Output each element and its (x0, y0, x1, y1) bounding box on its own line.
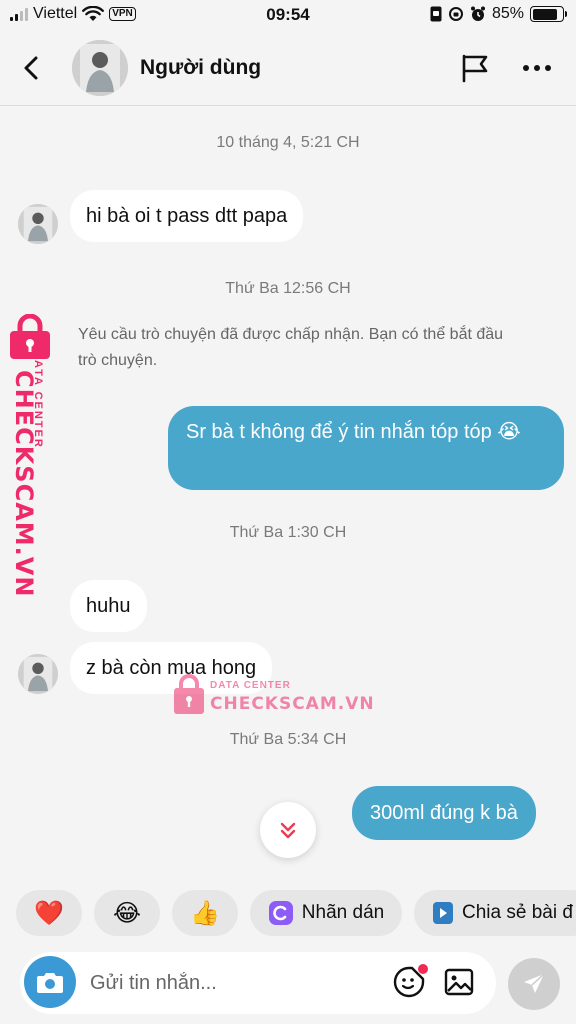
double-chevron-down-icon (280, 822, 296, 839)
camera-icon (37, 973, 63, 993)
avatar[interactable] (18, 654, 58, 694)
battery-percent: 85% (491, 5, 524, 22)
avatar[interactable] (72, 40, 128, 96)
status-bar: Viettel VPN 09:54 85% (0, 0, 576, 30)
flag-icon[interactable] (459, 52, 491, 84)
watermark-caption: DATA CENTER (210, 680, 291, 691)
send-icon (524, 973, 545, 993)
quick-reply-laugh[interactable]: 😂 (94, 890, 160, 936)
outgoing-message[interactable]: 300ml đúng k bà (352, 786, 536, 840)
watermark-side: CHECKSCAM.VN DATA CENTER (8, 313, 64, 597)
thumbs-up-icon: 👍 (190, 899, 220, 927)
share-post-chip[interactable]: Chia sẻ bài đ (414, 890, 576, 936)
more-horizontal-icon[interactable] (520, 52, 554, 84)
avatar-photo-icon (18, 204, 58, 244)
scroll-to-bottom-button[interactable] (260, 802, 316, 858)
lock-icon (174, 674, 204, 714)
share-post-label: Chia sẻ bài đ (462, 902, 573, 923)
battery-fill (532, 8, 558, 20)
watermark-center: DATA CENTER CHECKSCAM.VN (168, 674, 374, 720)
watermark-site: CHECKSCAM.VN (210, 694, 375, 714)
status-right: 85% (430, 5, 567, 23)
laughing-emoji-icon: 😂 (112, 899, 142, 927)
incoming-message[interactable]: huhu (70, 580, 147, 632)
sticker-icon (268, 901, 293, 925)
heart-icon: ❤️ (34, 899, 64, 927)
message-timestamp: Thứ Ba 12:56 CH (225, 280, 351, 297)
sticker-chip[interactable]: Nhãn dán (250, 890, 402, 936)
avatar-photo-icon (72, 40, 128, 96)
message-timestamp: Thứ Ba 1:30 CH (229, 524, 347, 541)
message-input[interactable] (90, 968, 380, 998)
chevron-left-icon[interactable] (18, 52, 46, 84)
image-icon[interactable] (444, 966, 474, 998)
message-timestamp: Thứ Ba 5:34 CH (229, 731, 347, 748)
notification-dot (418, 964, 428, 974)
incoming-message[interactable]: hi bà oi t pass dtt papa (70, 190, 304, 242)
battery-icon (530, 6, 567, 22)
avatar-photo-icon (18, 654, 58, 694)
message-timestamp: 10 tháng 4, 5:21 CH (216, 134, 360, 151)
camera-button[interactable] (24, 956, 76, 1008)
rotation-lock-icon (448, 7, 463, 21)
message-composer (20, 952, 496, 1014)
system-notice: Yêu cầu trò chuyện đã được chấp nhận. Bạ… (78, 326, 504, 369)
quick-reply-heart[interactable]: ❤️ (16, 890, 82, 936)
watermark-caption: DATA CENTER (32, 350, 44, 449)
outgoing-message[interactable]: Sr bà t không để ý tin nhắn tóp tóp 😭 (168, 406, 564, 490)
sticker-chip-label: Nhãn dán (301, 902, 385, 923)
quick-reply-row: ❤️ 😂 👍 Nhãn dán Chia sẻ bài đ (16, 890, 576, 936)
avatar[interactable] (18, 204, 58, 244)
quick-reply-thumbs-up[interactable]: 👍 (172, 890, 238, 936)
play-icon (433, 902, 453, 924)
contact-name[interactable]: Người dùng (140, 56, 261, 80)
send-button[interactable] (508, 958, 560, 1010)
portrait-lock-icon (430, 6, 442, 22)
alarm-icon (470, 6, 485, 21)
chat-header: Người dùng (0, 30, 576, 106)
